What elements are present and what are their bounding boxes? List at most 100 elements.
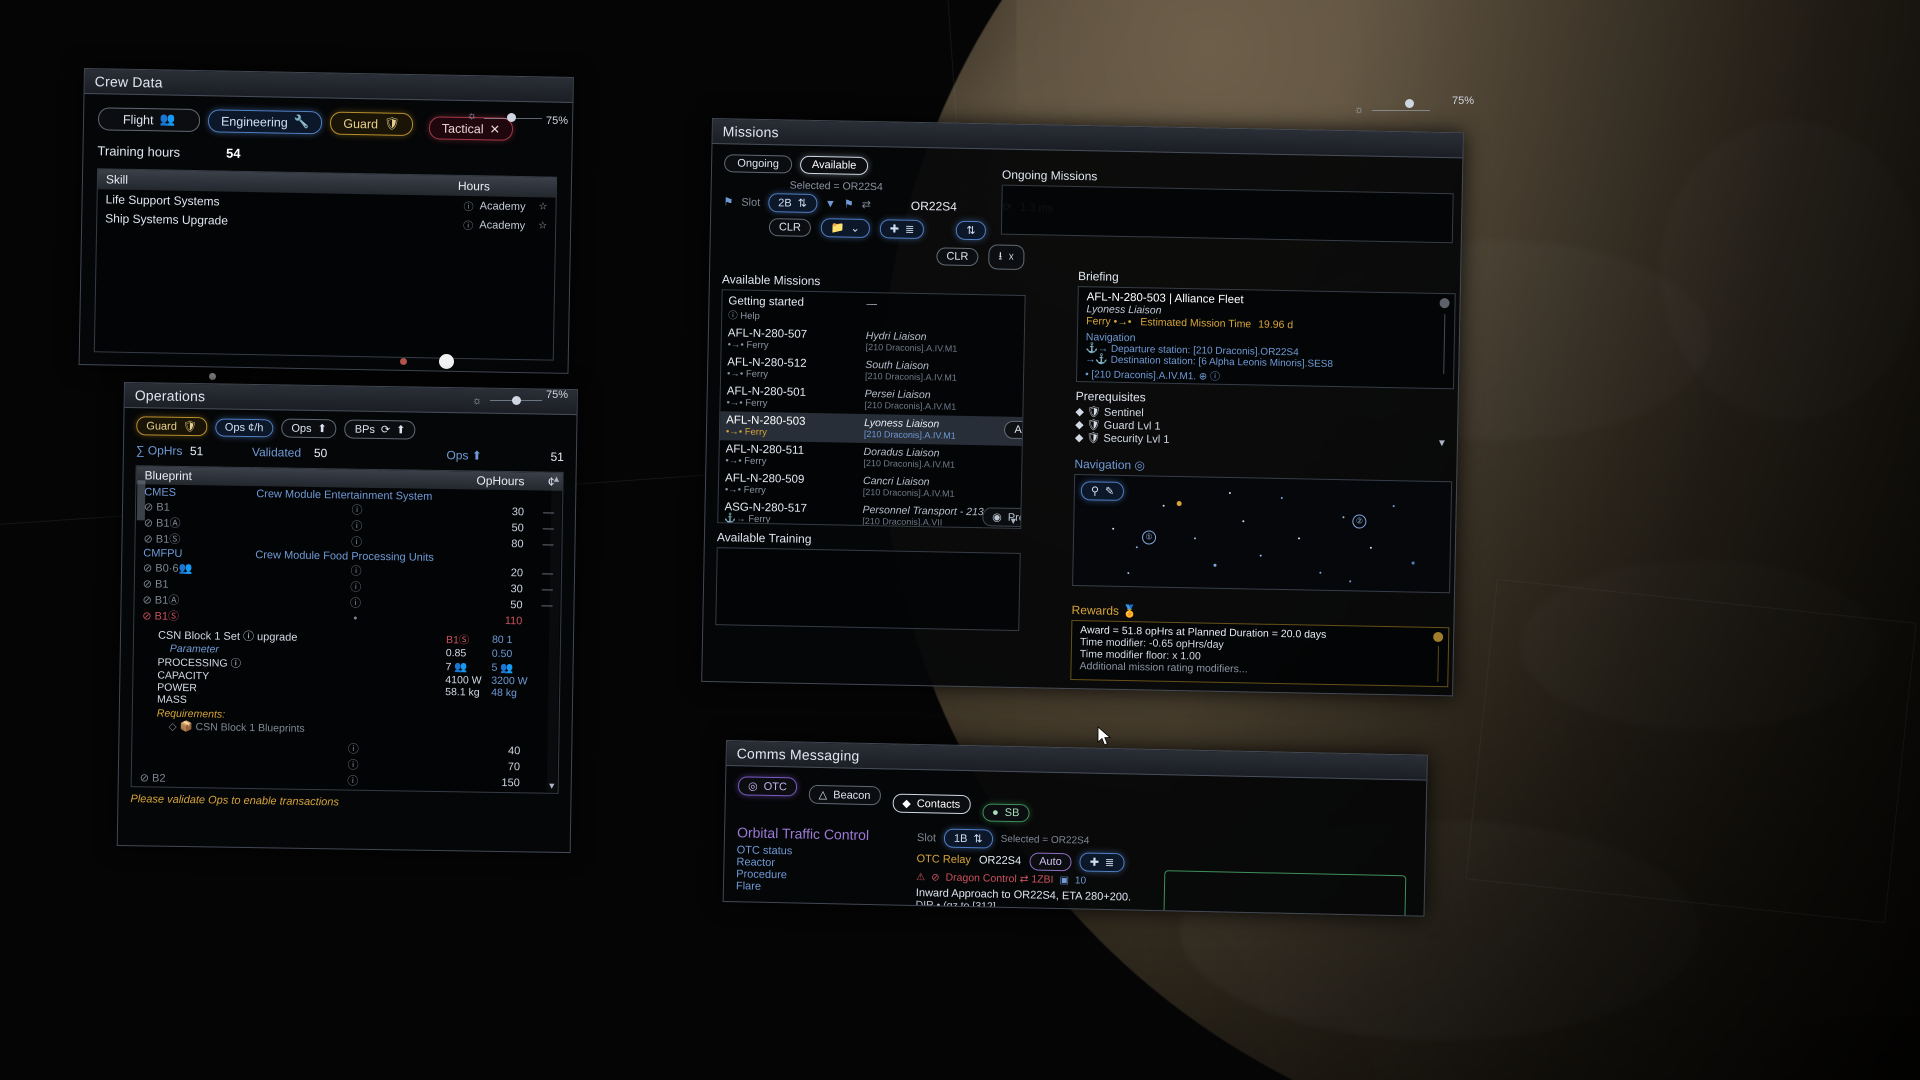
detail-param-value: 0.85: [445, 647, 467, 660]
comms-listadd-button[interactable]: ✚ ≣: [1079, 852, 1125, 873]
blueprint-code: B1Ⓐ: [154, 594, 180, 607]
navigation-map[interactable]: ⚲ ✎ ① ②: [1072, 474, 1453, 594]
brightness-icon[interactable]: ☼: [1354, 104, 1364, 116]
hud-frame-line: [1465, 578, 1917, 924]
navigation-route-button[interactable]: ⚲ ✎: [1080, 481, 1125, 501]
prereqs-icon: ◉: [992, 511, 1002, 524]
list-icon: ≣: [1104, 856, 1115, 870]
flag-icon[interactable]: ⚑: [844, 198, 854, 211]
accept-button[interactable]: Accept: [1004, 420, 1026, 440]
mission-sub: ⓘ Help: [728, 310, 760, 322]
blueprint-hours: 50: [510, 599, 523, 612]
ops-tab-opscost[interactable]: Ops ¢/h: [214, 417, 274, 437]
crew-tab-guard[interactable]: Guard 🛡: [330, 111, 414, 137]
prereqs-button[interactable]: ◉ Prereqs: [982, 507, 1026, 528]
missions-tab-available[interactable]: Available: [799, 155, 869, 176]
detail-row-value: 7 👥: [445, 661, 468, 674]
folder-icon: 📁: [830, 222, 845, 235]
ops-zoom-label: 75%: [546, 389, 569, 401]
info-icon[interactable]: ⓘ: [254, 593, 456, 612]
ops-tab-guard-label: Guard: [146, 419, 177, 433]
comms-field-label: Flare: [735, 880, 762, 893]
rewards-scroll-knob[interactable]: [1433, 631, 1444, 643]
list-item[interactable]: ASG-N-280-517 ⚓→ Ferry Personnel Transpo…: [718, 498, 1026, 529]
brightness-icon[interactable]: ☼: [467, 110, 477, 122]
medal-icon: 🏅: [1122, 603, 1138, 619]
target-icon[interactable]: ◎: [1134, 458, 1145, 472]
info-icon[interactable]: ⓘ: [343, 215, 473, 232]
detail-row-target: 5 👥: [491, 661, 514, 675]
comms-slot-selector[interactable]: 1B ⇅: [943, 828, 993, 849]
comms-auto-button[interactable]: Auto: [1028, 851, 1072, 871]
crew-move-handle[interactable]: [439, 354, 454, 369]
info-icon[interactable]: ⓘ: [343, 196, 473, 213]
wrench-icon: 🔧: [293, 114, 310, 130]
list-item-selected[interactable]: AFL-N-280-503 •→• Ferry Lyoness Liaison …: [719, 411, 1026, 447]
ops-tab-ops[interactable]: Ops ⬆: [281, 418, 337, 439]
crew-tab-flight-label: Flight: [122, 112, 154, 127]
nav-marker-1[interactable]: ①: [1141, 530, 1157, 545]
missions-listadd-button[interactable]: ✚ ≣: [879, 219, 925, 240]
blocked-icon: ⊘: [142, 594, 152, 607]
missions-clr-button-2[interactable]: CLR: [936, 246, 979, 266]
scroll-up-arrow[interactable]: ▲: [551, 474, 561, 485]
crew-tab-flight[interactable]: Flight 👥: [97, 107, 201, 133]
shield-icon: 🛡: [1086, 432, 1101, 445]
blueprint-hours: 30: [511, 506, 525, 519]
comms-selected-label: Selected =: [1000, 833, 1049, 846]
prerequisites-scroll-down[interactable]: ▼: [1437, 438, 1447, 449]
crew-brightness-knob[interactable]: [507, 113, 516, 122]
ongoing-missions-list[interactable]: [1000, 184, 1454, 244]
missions-folder-button[interactable]: 📁 ⌄: [820, 218, 871, 239]
funnel-icon[interactable]: ▼: [825, 198, 836, 210]
swap-icon[interactable]: ⇄: [862, 198, 871, 211]
missions-brightness-knob[interactable]: [1405, 99, 1414, 108]
scroll-down-arrow[interactable]: ▼: [547, 781, 557, 792]
blueprint-cost: —: [542, 506, 555, 519]
brightness-icon[interactable]: ☼: [472, 395, 482, 407]
star-icon[interactable]: ☆: [525, 201, 547, 212]
beacon-icon: △: [818, 788, 828, 802]
ops-tab-bps[interactable]: BPs ⟳ ⬆: [344, 419, 416, 440]
comms-section-title: Orbital Traffic Control: [736, 824, 870, 844]
comms-tab-beacon[interactable]: △ Beacon: [808, 784, 881, 806]
crew-resize-handle[interactable]: [209, 373, 216, 380]
mission-sub: •→• Ferry: [727, 339, 769, 352]
comms-tab-sb[interactable]: ● SB: [981, 803, 1030, 823]
missions-slot-selector[interactable]: 2B ⇅: [768, 193, 818, 214]
shield-icon: 🛡: [1086, 419, 1101, 432]
comms-tab-contacts[interactable]: ◆ Contacts: [892, 793, 971, 815]
blueprint-hours: 80: [511, 538, 524, 551]
blueprint-scroll-thumb[interactable]: [136, 480, 146, 521]
comms-tab-otc[interactable]: ◎ OTC: [737, 776, 798, 797]
info-icon[interactable]: ⓘ: [255, 532, 457, 551]
missions-tab-ongoing[interactable]: Ongoing: [723, 154, 793, 174]
mission-sub: •→• Ferry: [726, 397, 768, 410]
operations-panel: Operations Guard 🛡 Ops ¢/h Ops ⬆ BPs ⟳ ⬆: [116, 382, 578, 854]
game-screen: Crew Data Flight 👥 Engineering 🔧 Guard 🛡…: [0, 0, 1920, 1080]
briefing-scroll-knob[interactable]: [1439, 298, 1450, 309]
blueprint-hours: 110: [504, 615, 523, 628]
nav-marker-2[interactable]: ②: [1352, 514, 1367, 529]
crew-tab-engineering[interactable]: Engineering 🔧: [207, 109, 323, 135]
blueprint-cost: —: [541, 583, 553, 596]
missions-clr-label: CLR: [778, 220, 802, 234]
ops-tab-guard[interactable]: Guard 🛡: [136, 416, 208, 437]
blocked-icon: ⊘: [142, 577, 153, 590]
comms-auto-label: Auto: [1039, 855, 1062, 868]
ops-brightness-knob[interactable]: [512, 396, 521, 405]
chevron-icon: ⌄: [850, 222, 860, 235]
mission-sub: •→• Ferry: [725, 455, 767, 468]
missions-sort-button[interactable]: ⇅: [956, 220, 986, 241]
blueprint-detail: CSN Block 1 Set ⓘ upgrade B1Ⓢ 80 1 Param…: [140, 626, 552, 738]
missions-download-button[interactable]: ⭳ ☓: [988, 244, 1025, 271]
crew-close-handle[interactable]: [400, 358, 407, 365]
download-icon: ⭳: [998, 250, 1003, 263]
radio-icon: ◎: [747, 780, 758, 793]
missions-clr-button[interactable]: CLR: [768, 217, 812, 237]
missions-scroll-down[interactable]: ▼: [1008, 516, 1018, 527]
missions-brightness-slider[interactable]: [1372, 110, 1430, 111]
star-icon[interactable]: ☆: [525, 220, 547, 231]
available-training-list[interactable]: [715, 547, 1021, 631]
crew-data-panel: Crew Data Flight 👥 Engineering 🔧 Guard 🛡…: [78, 68, 574, 374]
